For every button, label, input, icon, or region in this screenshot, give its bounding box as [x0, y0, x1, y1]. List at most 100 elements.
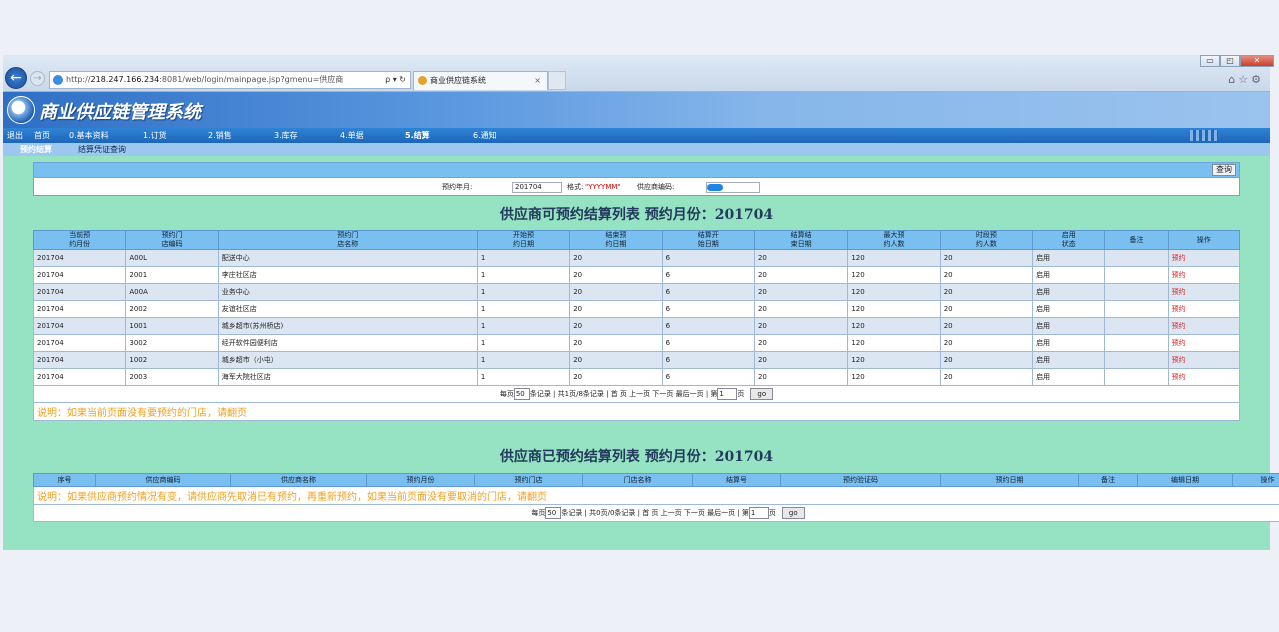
table-cell — [1104, 266, 1169, 284]
minimize-button[interactable]: ▭ — [1200, 55, 1220, 67]
table-cell: 201704 — [32, 249, 127, 267]
table-cell: A00A — [125, 283, 219, 301]
browser-toolbar-icons[interactable]: ⌂☆⚙ — [1228, 73, 1264, 86]
table-cell: 201704 — [32, 300, 127, 318]
table-row: 201704 2001 李庄社区店 1 20 6 20 120 20 启用 预约 — [32, 266, 1241, 284]
note-row: 说明：如果当前页面没有要预约的门店，请翻页 — [33, 402, 1240, 421]
table-cell: 201704 — [32, 317, 127, 335]
submenu-reservation-settlement[interactable]: 预约结算 — [20, 143, 52, 156]
table-cell: 启用 — [1032, 266, 1106, 284]
month-input[interactable]: 201704 — [512, 182, 562, 193]
tab-close-icon[interactable]: × — [534, 72, 541, 89]
format-label: 格式: — [567, 183, 584, 191]
menu-order[interactable]: 1.订货 — [143, 128, 167, 143]
supplier-code-input[interactable] — [706, 182, 760, 193]
back-arrow-icon[interactable]: ← — [5, 67, 27, 89]
reserved-settlement-table: 序号 供应商编码 供应商名称 预约月份 预约门店 门店名称 结算号 预约验证码 … — [33, 473, 1279, 522]
submenu-voucher-query[interactable]: 结算凭证查询 — [78, 143, 126, 156]
table-cell: 20 — [939, 351, 1034, 369]
query-button[interactable]: 查询 — [1212, 164, 1236, 176]
reserve-link[interactable]: 预约 — [1167, 283, 1241, 301]
table-cell: 120 — [847, 368, 941, 386]
reserve-link[interactable]: 预约 — [1167, 266, 1241, 284]
pager: 每页 50 条记录 | 共0页/0条记录 | 首 页 上一页 下一页 最后一页 | … — [33, 504, 1279, 522]
page-number-input[interactable]: 1 — [717, 388, 738, 400]
pager-prefix: 每页 — [531, 509, 546, 517]
table-cell: 20 — [569, 300, 663, 318]
reserve-link[interactable]: 预约 — [1167, 368, 1241, 386]
pager-row: 每页 50 条记录 | 共1页/8条记录 | 首 页 上一页 下一页 最后一页 | … — [33, 385, 1240, 403]
available-list-title: 供应商可预约结算列表 预约月份：201704 — [499, 207, 774, 223]
table-cell: 1 — [476, 334, 571, 352]
window-controls: ▭ ◰ ✕ — [1200, 55, 1274, 67]
reserve-link[interactable]: 预约 — [1167, 249, 1241, 267]
go-button[interactable]: go — [750, 388, 774, 400]
forward-arrow-icon[interactable]: → — [30, 71, 45, 86]
table-cell: 20 — [939, 317, 1034, 335]
menu-settlement[interactable]: 5.结算 — [405, 128, 430, 143]
menu-inventory[interactable]: 3.库存 — [274, 128, 298, 143]
menu-sales[interactable]: 2.销售 — [208, 128, 232, 143]
table-cell: 启用 — [1032, 283, 1106, 301]
table-cell: 120 — [847, 334, 941, 352]
col-header: 结束预 约日期 — [569, 230, 663, 250]
col-header: 门店名称 — [582, 473, 693, 487]
table-cell: 2002 — [125, 300, 219, 318]
col-header: 结算号 — [692, 473, 781, 487]
table-cell: 201704 — [32, 368, 127, 386]
menu-home[interactable]: 首页 — [34, 128, 50, 143]
url-host: 218.247.166.234 — [90, 75, 160, 84]
table-cell: 海军大院社区店 — [217, 368, 478, 386]
table-cell: 20 — [753, 334, 849, 352]
reserve-link[interactable]: 预约 — [1167, 334, 1241, 352]
pager-info[interactable]: 条记录 | 共1页/8条记录 | 首 页 上一页 下一页 最后一页 | 第 — [530, 390, 718, 398]
table-cell: 20 — [753, 368, 849, 386]
table-cell: 6 — [661, 266, 755, 284]
address-tools[interactable]: ρ ▾ ↻ — [385, 72, 406, 88]
menu-logout[interactable]: 退出 — [7, 128, 23, 143]
pager-info[interactable]: 条记录 | 共0页/0条记录 | 首 页 上一页 下一页 最后一页 | 第 — [561, 509, 749, 517]
new-tab-button[interactable] — [548, 71, 566, 90]
table-cell: 20 — [569, 266, 663, 284]
table-cell: 业务中心 — [217, 283, 478, 301]
address-bar[interactable]: http://218.247.166.234:8081/web/login/ma… — [49, 71, 411, 89]
table-cell: 经开软件园便利店 — [217, 334, 478, 352]
table-cell: 启用 — [1032, 249, 1106, 267]
main-menu: 退出 首页 0.基本资料 1.订货 2.销售 3.库存 4.单据 5.结算 6.… — [3, 128, 1270, 143]
table-header-row: 当前预 约月份 预约门 店编码 预约门 店名称 开始预 约日期 结束预 约日期 结算开 始日… — [32, 230, 1241, 250]
table-cell: 1002 — [125, 351, 219, 369]
month-label: 预约年月: — [442, 183, 473, 191]
table-row: 201704 2003 海军大院社区店 1 20 6 20 120 20 启用 预约 — [32, 368, 1241, 386]
col-header: 预约月份 — [366, 473, 475, 487]
col-header: 预约验证码 — [780, 473, 941, 487]
browser-tab[interactable]: 商业供应链系统 × — [413, 71, 548, 90]
table-cell: 配送中心 — [217, 249, 478, 267]
pager-page-suffix: 页 — [768, 509, 776, 517]
page-number-input[interactable]: 1 — [748, 507, 769, 519]
maximize-button[interactable]: ◰ — [1220, 55, 1240, 67]
table-cell: 6 — [661, 317, 755, 335]
table-cell — [1104, 283, 1169, 301]
col-header: 时段预 约人数 — [939, 230, 1034, 250]
reserve-link[interactable]: 预约 — [1167, 300, 1241, 318]
page-size-input[interactable]: 50 — [513, 388, 530, 400]
col-header: 最大预 约人数 — [847, 230, 941, 250]
table-cell: A00L — [125, 249, 219, 267]
app-frame: 商业供应链管理系统 退出 首页 0.基本资料 1.订货 2.销售 3.库存 4.… — [3, 92, 1279, 550]
reserve-link[interactable]: 预约 — [1167, 317, 1241, 335]
close-window-button[interactable]: ✕ — [1240, 55, 1274, 67]
menu-basic-data[interactable]: 0.基本资料 — [69, 128, 109, 143]
reserve-link[interactable]: 预约 — [1167, 351, 1241, 369]
menu-documents[interactable]: 4.单据 — [340, 128, 364, 143]
menu-notice[interactable]: 6.通知 — [473, 128, 497, 143]
query-row: 预约年月: 201704 格式: "YYYYMM" 供应商编码: — [34, 178, 1239, 196]
tab-title: 商业供应链系统 — [430, 76, 486, 85]
go-button[interactable]: go — [781, 507, 805, 519]
page-size-input[interactable]: 50 — [545, 507, 562, 519]
table-cell: 20 — [753, 266, 849, 284]
table-cell: 120 — [847, 249, 941, 267]
query-panel: 查询 预约年月: 201704 格式: "YYYYMM" 供应商编码: — [33, 162, 1240, 196]
available-note: 说明：如果当前页面没有要预约的门店，请翻页 — [33, 402, 1240, 421]
table-cell: 120 — [847, 351, 941, 369]
table-cell: 20 — [569, 351, 663, 369]
